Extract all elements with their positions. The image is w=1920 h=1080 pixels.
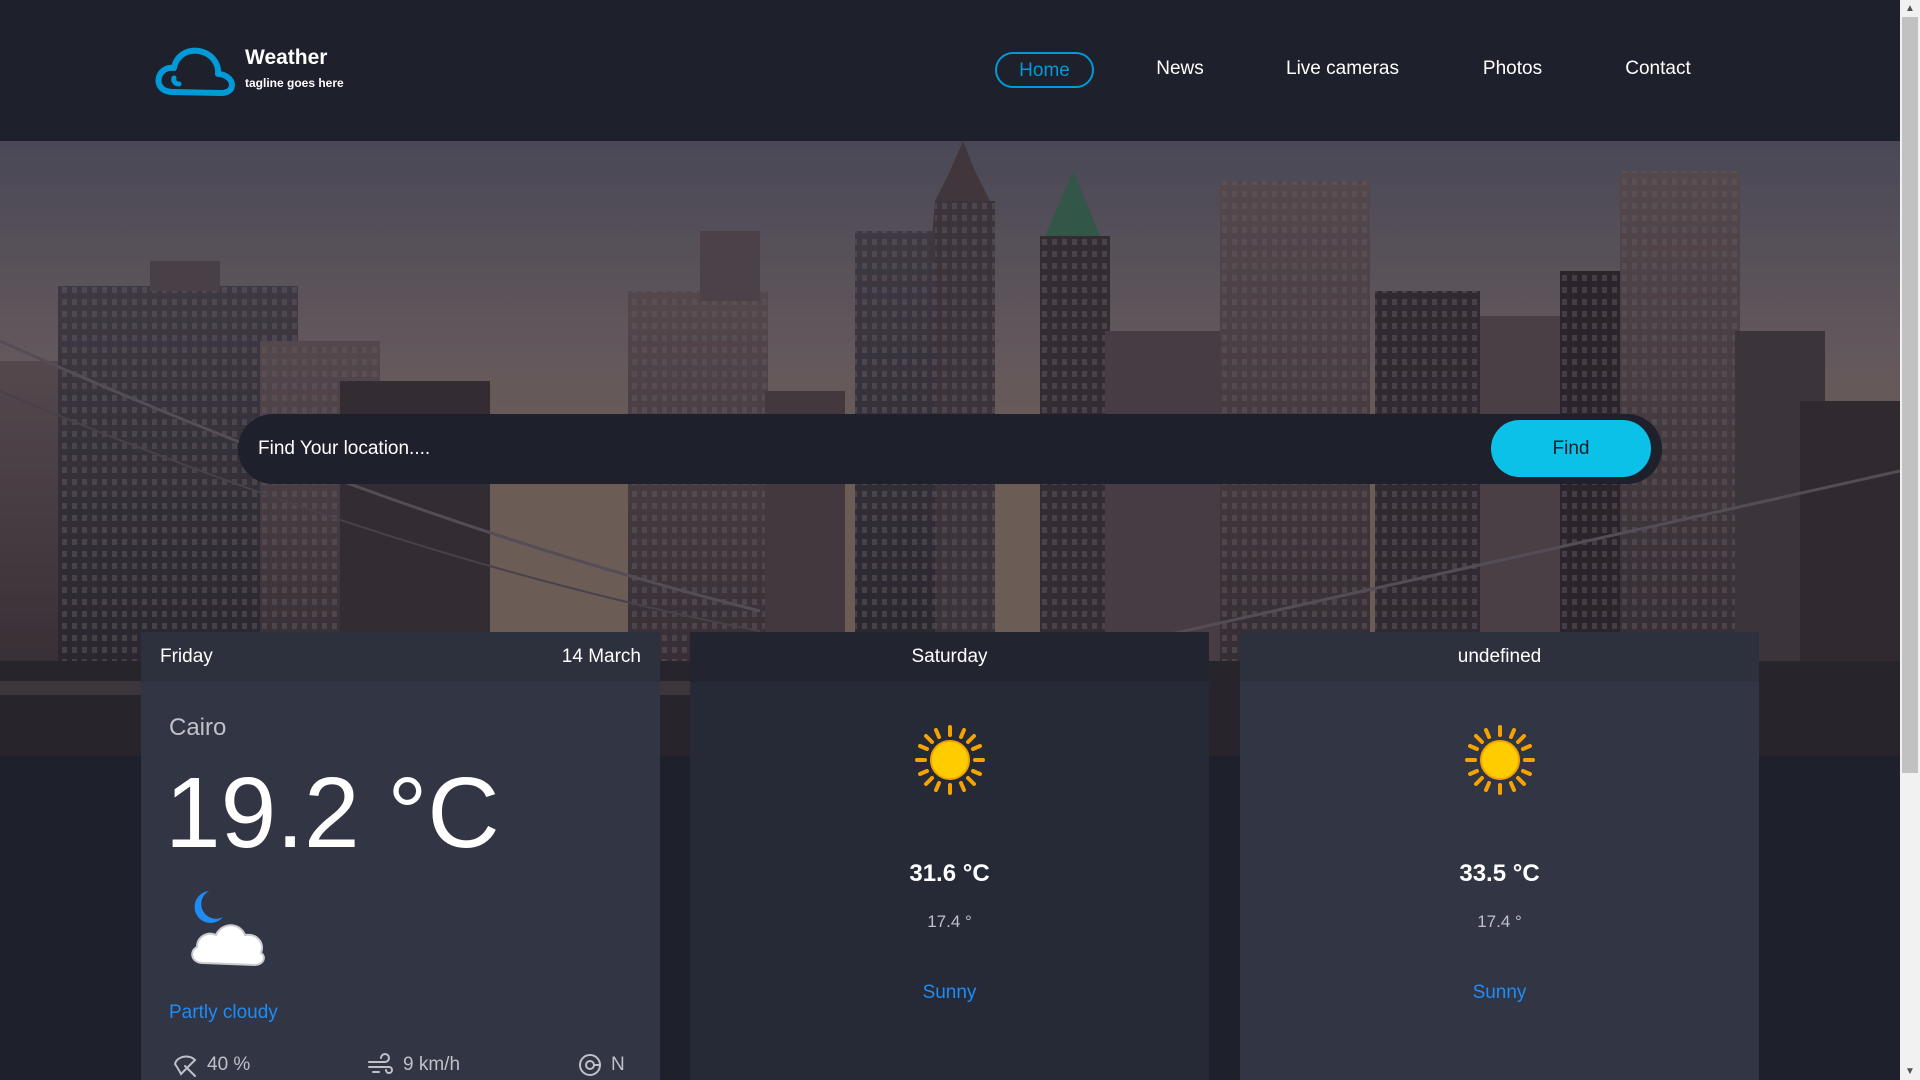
umbrella-icon [173, 1055, 197, 1077]
find-button[interactable]: Find [1491, 420, 1651, 477]
forecast-condition: Sunny [922, 982, 977, 1003]
forecast-icon-wrap [1240, 724, 1759, 796]
forecast-card-header: undefined [1240, 632, 1759, 682]
current-condition: Partly cloudy [169, 1002, 278, 1023]
forecast-min-temp: 17.4 ° [1477, 912, 1522, 931]
today-card-header: Friday 14 March [141, 632, 660, 682]
forecast-day: undefined [1457, 646, 1542, 667]
nav-home[interactable]: Home [995, 52, 1094, 88]
scroll-down-arrow-icon[interactable]: ▼ [1900, 1063, 1920, 1080]
search-input[interactable] [258, 426, 1458, 472]
wind-direction-value: N [611, 1054, 625, 1075]
nav-contact[interactable]: Contact [1612, 52, 1704, 88]
forecast-icon-wrap [690, 724, 1209, 796]
wind-speed-stat: 9 km/h [367, 1052, 460, 1078]
forecast-condition: Sunny [1472, 982, 1527, 1003]
nav-live-cameras[interactable]: Live cameras [1270, 52, 1415, 88]
wind-icon [368, 1053, 393, 1074]
forecast-card: undefined 33.5 °C 17.4 ° Sunny [1240, 632, 1759, 1080]
forecast-max-temp: 33.5 °C [1459, 860, 1540, 887]
forecast-max-temp: 31.6 °C [909, 860, 990, 887]
wind-direction-stat: N [577, 1052, 625, 1078]
nav-photos[interactable]: Photos [1470, 52, 1555, 88]
scrollbar-thumb[interactable] [1902, 17, 1918, 773]
nav-news[interactable]: News [1145, 52, 1215, 88]
forecast-day: Saturday [911, 646, 988, 667]
forecast-card: Saturday 31.6 °C 17.4 ° Sunny [690, 632, 1209, 1080]
sun-icon [914, 725, 985, 795]
humidity-value: 40 % [207, 1054, 251, 1075]
compass-icon [579, 1054, 601, 1076]
location-search: Find [238, 414, 1662, 484]
site-header: Weather tagline goes here Home News Live… [0, 0, 1900, 141]
partly-cloudy-night-icon [191, 891, 265, 967]
today-card: Friday 14 March Cairo 19.2 °C Partly clo… [141, 632, 660, 1080]
sun-icon [1464, 725, 1535, 795]
today-day: Friday [160, 646, 213, 667]
humidity-stat: 40 % [171, 1052, 250, 1078]
wind-speed-value: 9 km/h [403, 1054, 461, 1075]
current-temperature: 19.2 °C [165, 757, 500, 869]
forecast-card-header: Saturday [690, 632, 1209, 682]
scroll-up-arrow-icon[interactable]: ▲ [1900, 0, 1920, 17]
today-date: 14 March [561, 646, 641, 667]
main-nav: Home News Live cameras Photos Contact [0, 52, 1900, 88]
forecast-min-temp: 17.4 ° [927, 912, 972, 931]
city-name: Cairo [169, 714, 227, 741]
page-scrollbar[interactable]: ▲ ▼ [1900, 0, 1920, 1080]
